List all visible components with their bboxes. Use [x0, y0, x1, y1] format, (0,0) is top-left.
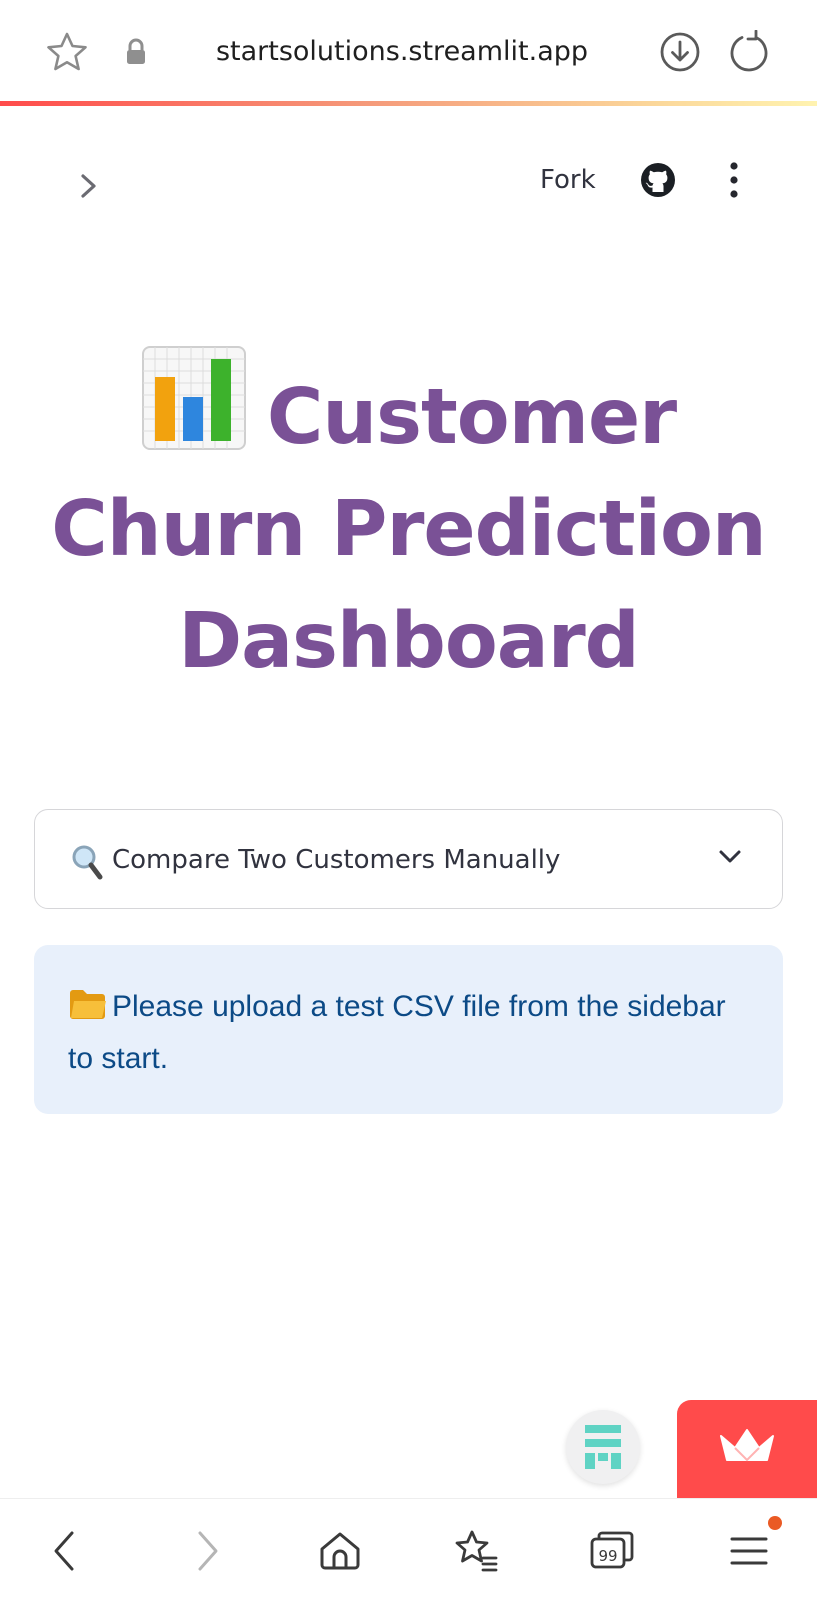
menu-icon[interactable] [726, 1527, 774, 1575]
chevron-right-icon[interactable] [78, 172, 100, 200]
pixel-logo-icon [585, 1425, 621, 1469]
streamlit-badge-button[interactable] [677, 1400, 817, 1498]
download-icon[interactable] [659, 31, 701, 73]
home-icon[interactable] [316, 1527, 364, 1575]
info-message: Please upload a test CSV file from the s… [68, 990, 726, 1075]
fork-button[interactable]: Fork [540, 160, 596, 200]
magnifier-icon [72, 845, 103, 880]
browser-bottom-nav: 99 [0, 1498, 817, 1600]
page-load-progress [0, 101, 817, 106]
tabs-icon: 99 [590, 1531, 634, 1569]
bookmarks-icon[interactable] [452, 1527, 500, 1575]
info-text-block: Please upload a test CSV file from the s… [68, 981, 748, 1085]
back-icon[interactable] [42, 1527, 90, 1575]
tabs-count: 99 [598, 1547, 617, 1565]
crown-icon [720, 1429, 774, 1462]
info-alert: Please upload a test CSV file from the s… [34, 945, 783, 1114]
url-field[interactable]: startsolutions.streamlit.app [160, 30, 644, 74]
menu-notification-dot [768, 1516, 782, 1530]
reload-icon[interactable] [727, 30, 771, 74]
forward-icon[interactable] [182, 1527, 230, 1575]
expander-label: Compare Two Customers Manually [112, 845, 561, 875]
page-title: Customer Churn Prediction Dashboard [40, 345, 777, 698]
star-icon[interactable] [46, 31, 88, 73]
browser-address-bar: startsolutions.streamlit.app [0, 0, 817, 101]
tabs-button[interactable]: 99 [588, 1527, 636, 1575]
chat-widget-button[interactable] [566, 1410, 640, 1484]
chevron-down-icon [719, 850, 741, 863]
lock-icon [127, 38, 145, 64]
bar-chart-emoji [141, 346, 246, 450]
github-icon[interactable] [640, 162, 676, 198]
more-vert-icon[interactable] [725, 160, 743, 200]
folder-icon [70, 990, 106, 1019]
compare-customers-expander[interactable]: Compare Two Customers Manually [34, 809, 783, 909]
